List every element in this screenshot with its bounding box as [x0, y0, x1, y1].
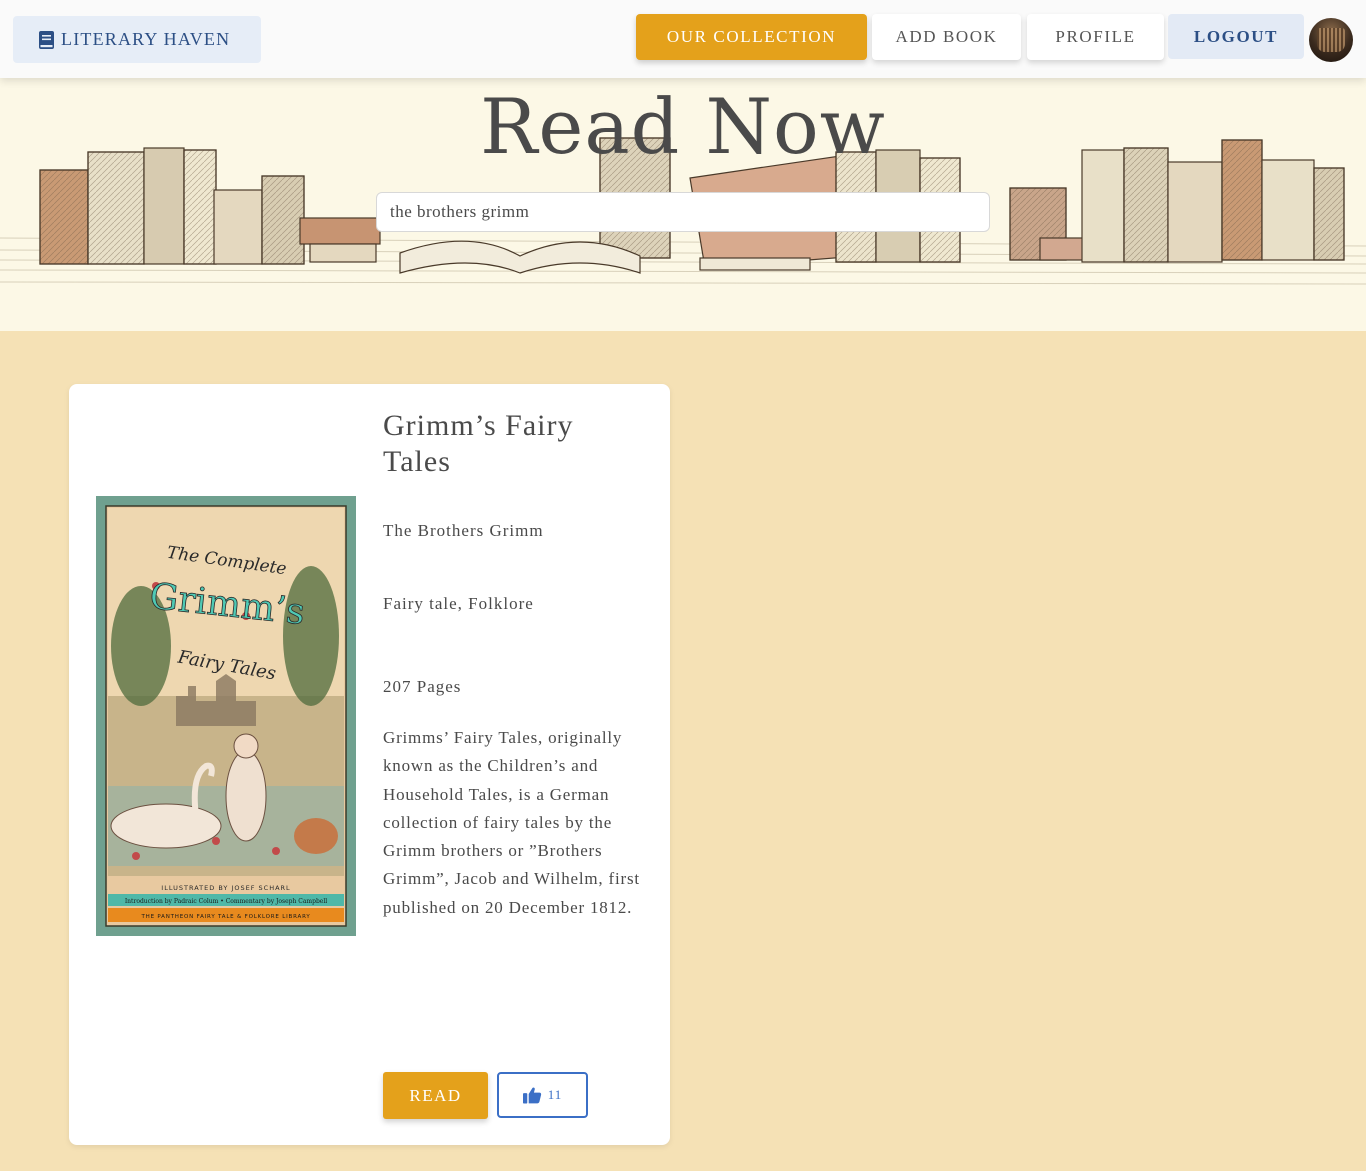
cover-intro: Introduction by Padraic Colum • Commenta… [125, 898, 327, 905]
thumbs-up-icon [522, 1087, 541, 1104]
book-description: Grimms’ Fairy Tales, originally known as… [383, 728, 640, 917]
book-author: The Brothers Grimm [383, 521, 544, 540]
brand-link[interactable]: LITERARY HAVEN [13, 16, 261, 63]
nav-profile[interactable]: PROFILE [1027, 14, 1164, 60]
book-icon [39, 30, 54, 49]
logout-button[interactable]: LOGOUT [1168, 14, 1304, 59]
avatar[interactable] [1309, 18, 1353, 62]
nav-add-book[interactable]: ADD BOOK [872, 14, 1021, 60]
read-button[interactable]: READ [383, 1072, 488, 1119]
book-pages: 207 Pages [383, 677, 462, 696]
book-cover-image: The Complete Grimm’s Fairy Tales ILLUSTR… [96, 496, 356, 936]
like-count: 11 [547, 1087, 563, 1102]
page-title: Read Now [480, 82, 886, 171]
brand-label: LITERARY HAVEN [61, 29, 231, 49]
book-card: The Complete Grimm’s Fairy Tales ILLUSTR… [69, 384, 670, 1145]
hero-banner: Read Now [0, 78, 1366, 331]
like-button[interactable]: 11 [497, 1072, 588, 1118]
search-input[interactable] [376, 192, 990, 232]
cover-illustrator: ILLUSTRATED BY JOSEF SCHARL [161, 884, 290, 892]
nav-our-collection[interactable]: OUR COLLECTION [636, 14, 867, 60]
book-genres: Fairy tale, Folklore [383, 594, 534, 613]
book-title: Grimm’s Fairy Tales [383, 409, 574, 478]
navbar: LITERARY HAVEN OUR COLLECTION ADD BOOK P… [0, 0, 1366, 78]
cover-library: THE PANTHEON FAIRY TALE & FOLKLORE LIBRA… [140, 914, 310, 920]
